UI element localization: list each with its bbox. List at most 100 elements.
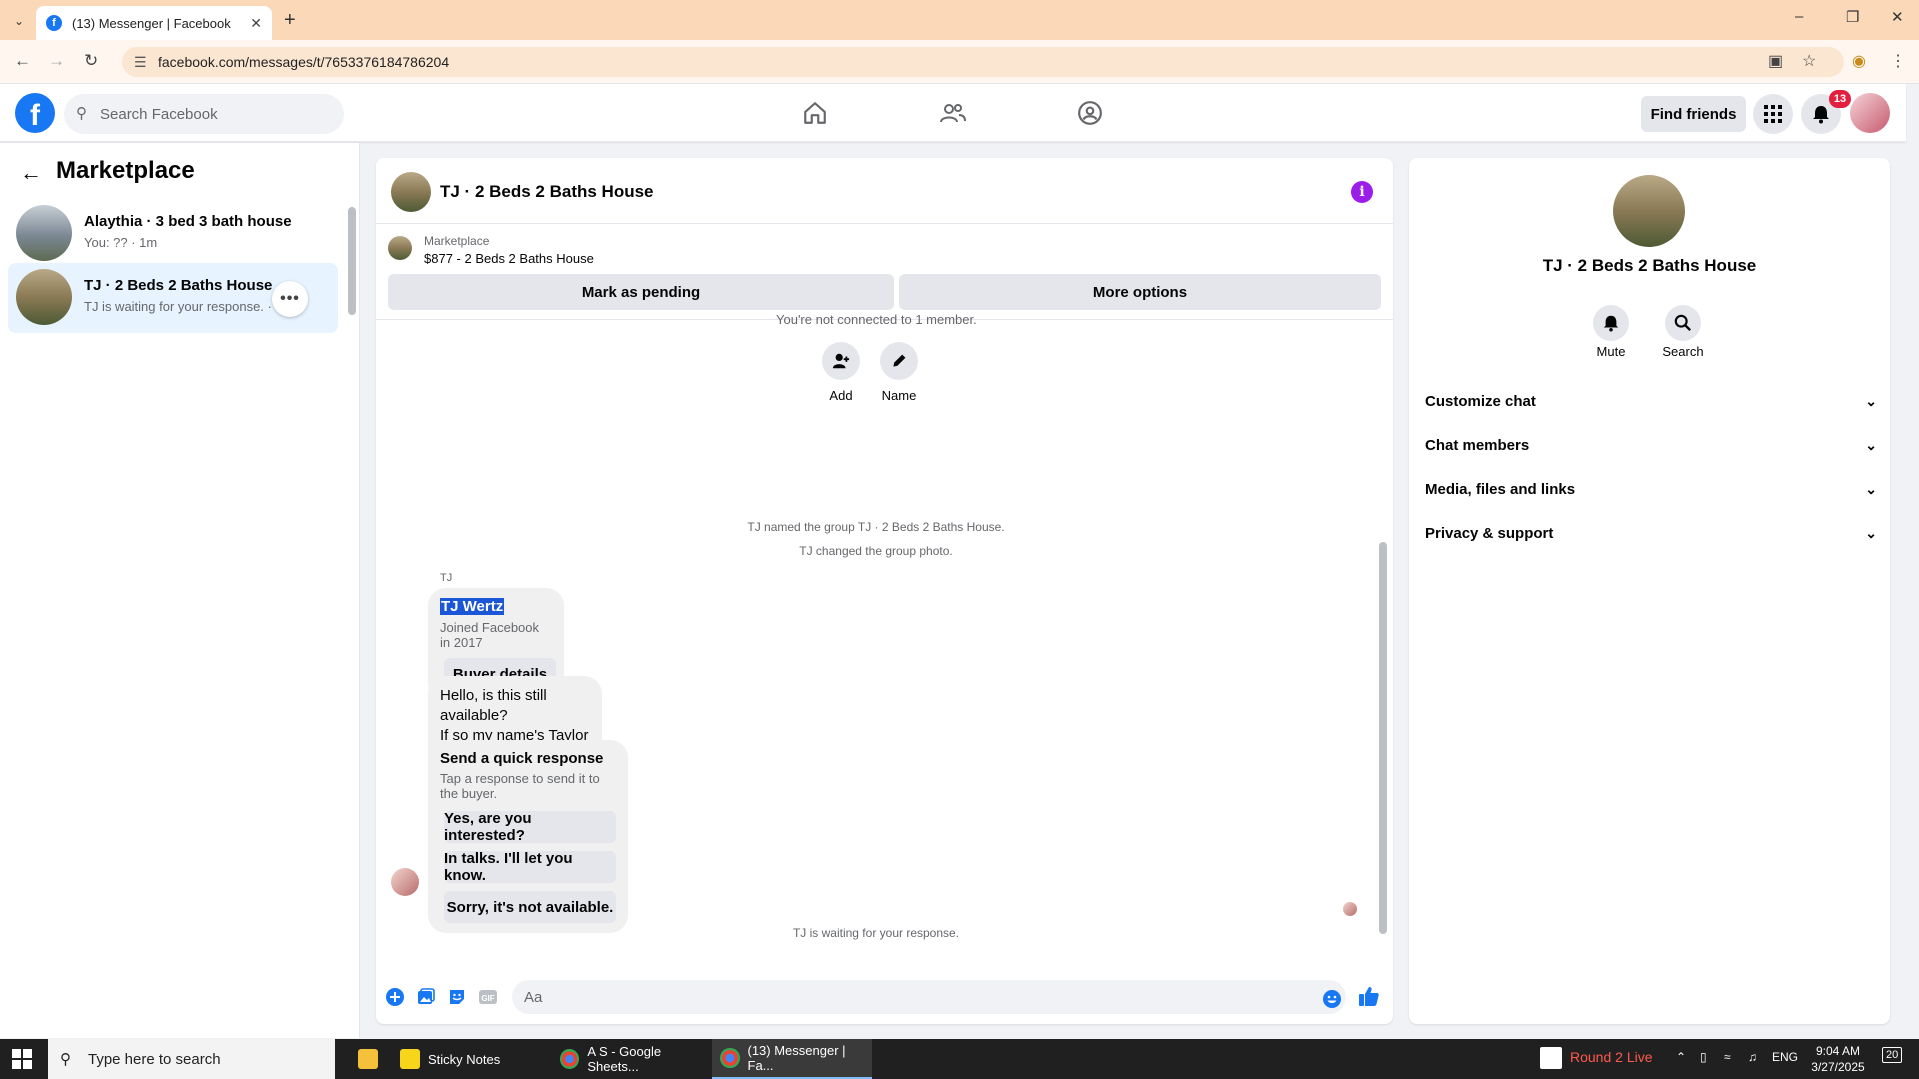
back-arrow-icon[interactable]: ← [20,160,42,186]
taskbar-app-sticky-notes[interactable]: Sticky Notes [392,1039,552,1079]
system-clock[interactable]: 9:04 AM 3/27/2025 [1800,1043,1876,1075]
chat-title[interactable]: TJ · 2 Beds 2 Baths House [440,182,654,202]
info-icon[interactable]: i [1351,181,1373,203]
listing-price[interactable]: $877 - 2 Beds 2 Baths House [424,251,594,266]
restore-icon[interactable]: ❐ [1846,8,1859,26]
chrome-icon [560,1049,580,1069]
browser-menu-icon[interactable]: ⋮ [1890,51,1906,71]
find-friends-button[interactable]: Find friends [1641,96,1746,132]
widget-icon[interactable] [1540,1047,1562,1069]
facebook-search-placeholder: Search Facebook [100,105,218,123]
menu-grid-icon[interactable] [1753,94,1793,134]
file-explorer-icon[interactable] [350,1039,390,1079]
wifi-icon[interactable]: ≈ [1724,1050,1731,1064]
bookmark-star-icon[interactable]: ☆ [1802,51,1816,71]
left-scrollbar[interactable] [348,207,356,315]
conversation-preview: TJ is waiting for your response. · 1h [84,299,280,314]
reload-icon[interactable]: ↻ [84,51,98,71]
profile-icon[interactable]: ◉ [1852,51,1866,71]
edit-name-icon[interactable] [880,342,918,380]
taskbar-search-placeholder: Type here to search [88,1050,221,1068]
chat-avatar[interactable] [391,172,431,212]
message-input[interactable]: Aa [512,980,1346,1014]
home-icon[interactable] [800,98,830,128]
minimize-icon[interactable]: – [1795,8,1803,25]
taskbar-app-label: A S - Google Sheets... [587,1044,662,1074]
taskbar-search-input[interactable]: ⚲ Type here to search [48,1039,335,1079]
privacy-support-row[interactable]: Privacy & support ⌄ [1425,515,1877,551]
chevron-down-icon: ⌄ [1865,480,1877,497]
url-field[interactable]: ☰ facebook.com/messages/t/76533761847862… [122,47,1844,77]
forward-icon[interactable]: → [48,51,65,71]
tray-chevron-icon[interactable]: ⌃ [1676,1050,1686,1064]
install-app-icon[interactable]: ▣ [1768,51,1783,71]
chat-scrollbar[interactable] [1379,542,1387,934]
taskbar-app-google-sheets[interactable]: A S - Google Sheets... [552,1039,712,1079]
plus-circle-icon[interactable] [384,986,406,1008]
tab-title: (13) Messenger | Facebook [72,15,231,31]
waiting-notice: TJ is waiting for your response. [792,926,960,940]
account-avatar[interactable] [1850,93,1890,133]
quick-response-button[interactable]: Sorry, it's not available. [444,891,616,923]
more-options-button[interactable]: More options [899,274,1381,310]
buyer-name[interactable]: TJ Wertz [440,598,505,615]
sender-avatar[interactable] [391,868,419,896]
gif-icon[interactable]: GIF [477,986,499,1008]
photo-icon[interactable] [415,986,437,1008]
chat-members-row[interactable]: Chat members ⌄ [1425,427,1877,463]
tab-search-icon[interactable]: ⌄ [8,10,30,32]
site-info-icon[interactable]: ☰ [134,54,147,71]
chevron-down-icon: ⌄ [1865,436,1877,453]
listing-thumbnail[interactable] [388,236,412,260]
close-window-icon[interactable]: ✕ [1891,8,1904,26]
language-indicator[interactable]: ENG [1772,1050,1798,1064]
friends-icon[interactable] [938,98,968,128]
search-label: Search [1662,344,1704,359]
url-text: facebook.com/messages/t/7653376184786204 [158,54,450,70]
message-composer: GIF Aa [376,970,1393,1024]
chevron-down-icon: ⌄ [1865,392,1877,409]
media-files-row[interactable]: Media, files and links ⌄ [1425,471,1877,507]
name-label: Name [881,388,917,403]
groups-icon[interactable] [1075,98,1105,128]
section-label: Customize chat [1425,392,1536,410]
mute-label: Mute [1596,344,1626,359]
quick-response-button[interactable]: Yes, are you interested? [444,810,616,844]
customize-chat-row[interactable]: Customize chat ⌄ [1425,383,1877,419]
search-in-chat-icon[interactable] [1665,305,1701,341]
conversation-item-active[interactable]: TJ · 2 Beds 2 Baths House TJ is waiting … [8,263,338,333]
quick-response-button[interactable]: In talks. I'll let you know. [444,850,616,884]
windows-taskbar: ⚲ Type here to search Sticky Notes A S -… [0,1039,1919,1079]
facebook-search-input[interactable]: ⚲ Search Facebook [64,94,344,134]
tab-close-icon[interactable]: ✕ [250,15,262,32]
conversation-more-button[interactable]: ••• [272,281,308,317]
search-icon: ⚲ [60,1051,71,1068]
sticky-notes-icon [400,1049,420,1069]
listing-label: Marketplace [424,234,490,248]
widget-label[interactable]: Round 2 Live [1570,1049,1653,1065]
back-icon[interactable]: ← [14,51,31,71]
group-avatar[interactable] [1613,175,1685,247]
sender-label: TJ [440,572,453,584]
taskbar-app-label: (13) Messenger | Fa... [747,1043,846,1073]
conversation-item[interactable]: Alaythia · 3 bed 3 bath house You: ?? · … [8,199,338,269]
sticker-icon[interactable] [446,986,468,1008]
browser-tab[interactable]: f (13) Messenger | Facebook ✕ [36,6,272,40]
facebook-logo[interactable]: f [15,93,55,133]
taskbar-app-messenger[interactable]: (13) Messenger | Fa... [712,1039,872,1079]
chevron-down-icon: ⌄ [1865,524,1877,541]
emoji-icon[interactable] [1321,988,1343,1010]
new-tab-icon[interactable]: + [284,9,296,32]
notification-center-count[interactable]: 20 [1882,1047,1903,1063]
add-person-icon[interactable] [822,342,860,380]
address-bar: ← → ↻ ☰ facebook.com/messages/t/76533761… [0,40,1919,84]
thumbs-up-icon[interactable] [1358,985,1380,1007]
windows-start-icon[interactable] [12,1049,32,1069]
mute-bell-icon[interactable] [1593,305,1629,341]
volume-icon[interactable]: ♫ [1748,1050,1757,1064]
section-label: Privacy & support [1425,524,1554,542]
battery-icon[interactable]: ▯ [1700,1050,1707,1064]
facebook-header: f ⚲ Search Facebook Find friends 13 [0,84,1906,142]
mark-pending-button[interactable]: Mark as pending [388,274,894,310]
message-line: Hello, is this still available? [440,687,547,724]
